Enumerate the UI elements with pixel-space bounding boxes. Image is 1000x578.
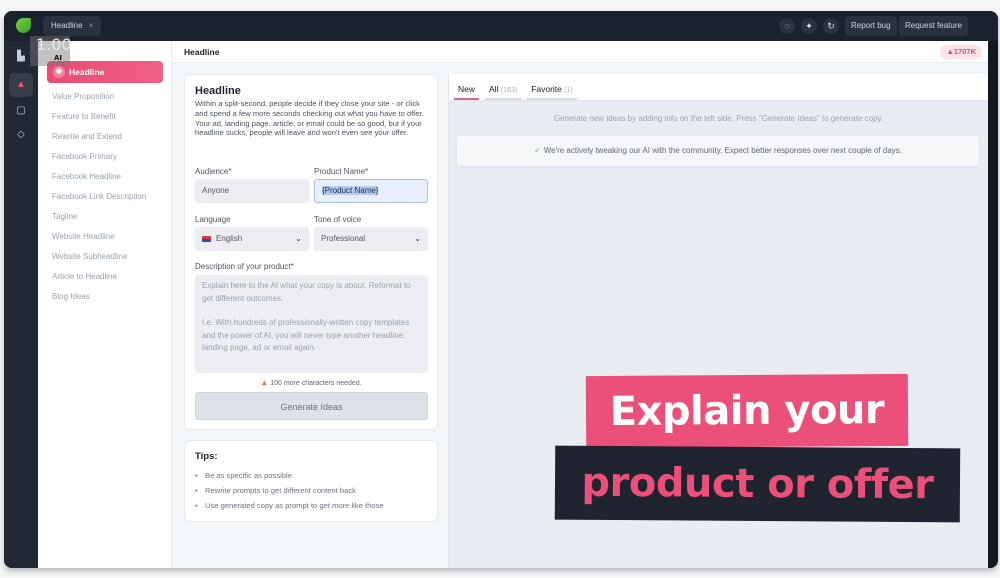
sidebar-item-article-to-headline[interactable]: Article to Headline: [52, 267, 162, 287]
tip-item: Rewrite prompts to get different content…: [195, 483, 427, 498]
placeholder-line-1: Explain here to the AI what your copy is…: [202, 281, 411, 303]
icon-rail: ▙ ▲ ▢ ◇: [4, 41, 38, 568]
page-title: Headline: [184, 47, 220, 57]
sidebar-item-facebook-link-description[interactable]: Facebook Link Description: [52, 187, 162, 207]
form-description: Within a split-second, people decide if …: [195, 99, 424, 138]
sidebar-item-facebook-primary[interactable]: Facebook Primary: [52, 147, 162, 167]
flask-icon[interactable]: ▲: [9, 73, 33, 97]
generate-ideas-button[interactable]: Generate Ideas: [195, 392, 428, 420]
open-tab-headline[interactable]: Headline ×: [43, 16, 102, 36]
sidebar-item-feature-to-benefit[interactable]: Feature to Benefit: [52, 107, 162, 127]
sparkle-icon[interactable]: ✦: [801, 18, 817, 34]
refresh-icon[interactable]: ↻: [823, 18, 839, 34]
product-name-value: {Product Name}: [322, 186, 379, 195]
product-name-input[interactable]: {Product Name}: [314, 179, 428, 203]
credits-badge: ▲1707K: [940, 45, 982, 59]
check-icon: ✓: [534, 146, 541, 155]
puzzle-icon[interactable]: ◇: [13, 127, 29, 143]
open-tab-label: Headline: [51, 21, 83, 30]
description-textarea[interactable]: Explain here to the AI what your copy is…: [195, 275, 428, 373]
placeholder-line-2: I.e. With hundreds of professionally-wri…: [202, 318, 410, 352]
tips-card: Tips: Be as specific as possible Rewrite…: [184, 440, 438, 522]
tab-favorite[interactable]: Favorite (1): [527, 84, 577, 100]
language-select[interactable]: English ⌄: [195, 227, 309, 251]
request-feature-button[interactable]: Request feature: [899, 16, 968, 36]
sidebar-item-rewrite-and-extend[interactable]: Rewrite and Extend: [52, 127, 162, 147]
sidebar-list: Value Proposition Feature to Benefit Rew…: [52, 87, 162, 307]
close-tab-icon[interactable]: ×: [89, 16, 94, 36]
sidebar-item-tagline[interactable]: Tagline: [52, 207, 162, 227]
promo-banner-line-1: Explain your: [585, 373, 909, 449]
chat-icon[interactable]: ◌: [779, 18, 795, 34]
stats-icon[interactable]: ▙: [13, 49, 29, 65]
tip-item: Use generated copy as prompt to get more…: [195, 498, 427, 513]
sidebar-item-facebook-headline[interactable]: Facebook Headline: [52, 167, 162, 187]
community-notice: ✓ We're actively tweaking our AI with the…: [457, 136, 979, 166]
document-icon[interactable]: ▢: [13, 103, 29, 119]
sidebar-item-website-headline[interactable]: Website Headline: [52, 227, 162, 247]
tip-item: Be as specific as possible: [195, 468, 427, 483]
tab-all[interactable]: All (163): [485, 84, 522, 100]
template-sidebar: ◉ Headline Value Proposition Feature to …: [38, 41, 172, 568]
tips-title: Tips:: [195, 451, 218, 462]
audience-label: Audience*: [195, 167, 232, 176]
language-label: Language: [195, 215, 231, 224]
results-tabs: New All (163) Favorite (1): [449, 74, 988, 100]
app-logo-icon[interactable]: [16, 18, 31, 33]
zoom-overlay: 1.00 AI: [30, 36, 72, 66]
form-title: Headline: [195, 85, 241, 97]
promo-banner-line-2: product or offer: [554, 445, 961, 523]
page-header: Headline ▲1707K: [172, 41, 988, 63]
product-name-label: Product Name*: [314, 167, 369, 176]
chevron-down-icon: ⌄: [414, 234, 421, 243]
sidebar-item-website-subheadline[interactable]: Website Subheadline: [52, 247, 162, 267]
audience-input[interactable]: Anyone: [195, 179, 309, 203]
sidebar-item-value-proposition[interactable]: Value Proposition: [52, 87, 162, 107]
chevron-down-icon: ⌄: [295, 234, 302, 243]
tab-new[interactable]: New: [454, 84, 480, 100]
window-edge: [988, 41, 998, 568]
warning-icon: ▲: [260, 378, 269, 387]
character-warning: ▲ 100 more characters needed.: [260, 378, 362, 387]
tone-select[interactable]: Professional ⌄: [314, 227, 428, 251]
empty-state-hint: Generate new ideas by adding info on the…: [553, 114, 884, 123]
sidebar-item-label: Headline: [69, 67, 105, 77]
headline-icon: ◉: [53, 66, 65, 78]
sidebar-item-blog-ideas[interactable]: Blog Ideas: [52, 287, 162, 307]
top-bar: Headline × ◌ ✦ ↻ Report bug Request feat…: [4, 11, 998, 41]
tone-label: Tone of voice: [314, 215, 362, 224]
report-bug-button[interactable]: Report bug: [845, 16, 897, 36]
credits-icon: ▲: [946, 47, 954, 56]
headline-form: Headline Within a split-second, people d…: [184, 74, 438, 430]
flag-icon: [202, 235, 211, 242]
description-label: Description of your product*: [195, 262, 294, 271]
